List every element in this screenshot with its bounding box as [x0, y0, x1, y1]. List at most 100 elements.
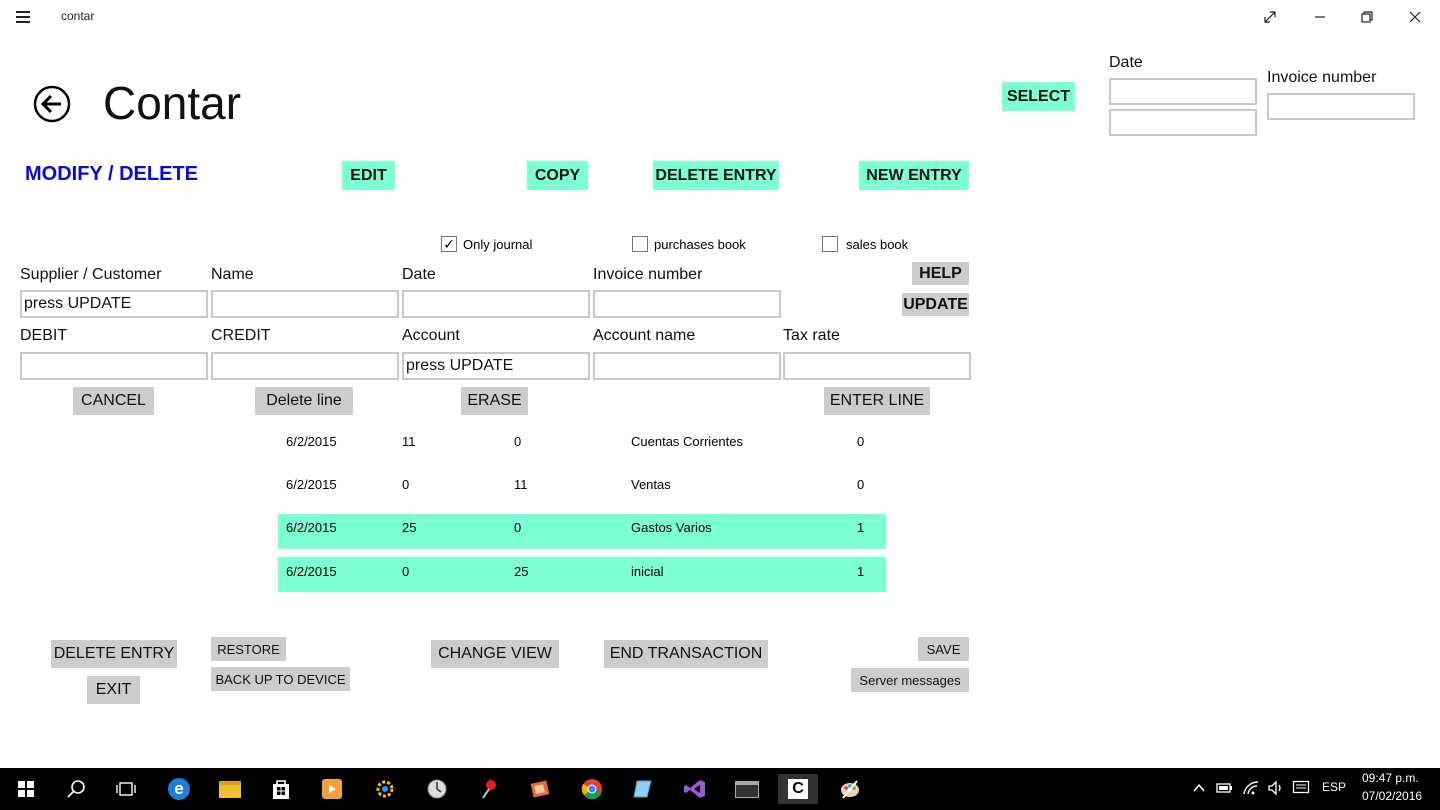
close-icon[interactable]	[1392, 4, 1438, 30]
account-label: Account	[402, 327, 460, 344]
entry-row[interactable]: 6/2/2015 11 0 Cuentas Corrientes 0	[278, 424, 886, 459]
invoice-label: Invoice number	[593, 266, 703, 283]
terminal-icon[interactable]	[729, 774, 765, 804]
backup-to-device-button[interactable]: BACK UP TO DEVICE	[211, 667, 350, 691]
store-icon[interactable]	[263, 774, 299, 804]
entry-debit: 11	[402, 434, 416, 449]
entry-account: Cuentas Corrientes	[631, 434, 743, 449]
exit-button[interactable]: EXIT	[87, 676, 140, 704]
hamburger-menu-icon[interactable]	[16, 8, 34, 24]
debit-label: DEBIT	[20, 327, 68, 344]
entry-tax: 1	[857, 564, 865, 579]
entry-date: 6/2/2015	[286, 477, 337, 492]
entry-account: Ventas	[631, 477, 671, 492]
pin-app-icon[interactable]	[471, 774, 507, 804]
debit-field[interactable]	[20, 352, 208, 380]
supplier-field[interactable]	[20, 290, 208, 318]
help-button[interactable]: HELP	[912, 262, 969, 285]
invoice-field[interactable]	[593, 290, 781, 318]
file-explorer-icon[interactable]	[212, 774, 248, 804]
media-player-icon[interactable]	[314, 774, 350, 804]
delete-entry-top-button[interactable]: DELETE ENTRY	[653, 161, 779, 190]
battery-icon[interactable]	[1216, 781, 1234, 795]
new-entry-button[interactable]: NEW ENTRY	[859, 161, 969, 190]
show-hidden-icons-icon[interactable]	[1192, 781, 1206, 795]
select-button[interactable]: SELECT	[1002, 82, 1075, 111]
volume-icon[interactable]	[1267, 780, 1285, 796]
entry-debit: 0	[402, 477, 410, 492]
settings-tool-icon[interactable]	[367, 774, 403, 804]
date-label: Date	[402, 266, 436, 283]
sales-book-label: sales book	[846, 236, 909, 252]
account-field[interactable]	[402, 352, 590, 380]
end-transaction-button[interactable]: END TRANSACTION	[604, 640, 768, 668]
entry-credit: 25	[514, 564, 529, 579]
page-title: Contar	[103, 77, 242, 129]
entry-credit: 0	[514, 520, 522, 535]
account-name-label: Account name	[593, 327, 696, 344]
contar-app-icon[interactable]: C	[778, 774, 818, 804]
restore-button[interactable]: RESTORE	[211, 637, 286, 661]
top-invoice-field[interactable]	[1267, 93, 1415, 120]
only-journal-checkbox[interactable]: ✓ Only journal	[441, 236, 532, 252]
purchases-book-checkbox[interactable]: purchases book	[632, 236, 746, 252]
sales-book-checkbox[interactable]: sales book	[822, 236, 908, 252]
cancel-button[interactable]: CANCEL	[73, 387, 154, 415]
top-invoice-label: Invoice number	[1267, 69, 1377, 86]
clock-app-icon[interactable]	[419, 774, 455, 804]
restore-icon[interactable]	[1344, 4, 1390, 30]
name-label: Name	[211, 266, 254, 283]
name-field[interactable]	[211, 290, 399, 318]
purchases-book-label: purchases book	[654, 236, 746, 252]
task-view-icon[interactable]	[108, 774, 144, 804]
entry-date: 6/2/2015	[286, 564, 337, 579]
save-button[interactable]: SAVE	[918, 637, 969, 661]
section-title: MODIFY / DELETE	[25, 163, 198, 185]
top-date-to-field[interactable]	[1109, 109, 1257, 136]
supplier-label: Supplier / Customer	[20, 266, 162, 283]
entry-credit: 0	[514, 434, 522, 449]
credit-field[interactable]	[211, 352, 399, 380]
tax-rate-label: Tax rate	[783, 327, 840, 344]
notepad-icon[interactable]	[625, 774, 661, 804]
copy-button[interactable]: COPY	[527, 161, 588, 190]
entry-row[interactable]: 6/2/2015 0 25 inicial 1	[278, 557, 886, 592]
chrome-icon[interactable]	[574, 774, 610, 804]
edit-button[interactable]: EDIT	[342, 161, 395, 190]
date-field[interactable]	[402, 290, 590, 318]
taskbar: e C ESP 09:47 p.m. 07/02/2016	[0, 768, 1440, 810]
back-arrow-icon[interactable]	[32, 84, 72, 124]
entry-credit: 11	[514, 477, 528, 492]
paint-app-icon[interactable]	[522, 774, 558, 804]
delete-line-button[interactable]: Delete line	[255, 387, 353, 415]
entry-tax: 1	[857, 520, 865, 535]
start-icon[interactable]	[8, 774, 44, 804]
system-time[interactable]: 09:47 p.m.	[1362, 771, 1419, 785]
change-view-button[interactable]: CHANGE VIEW	[431, 640, 559, 668]
entry-account: inicial	[631, 564, 664, 579]
entry-row[interactable]: 6/2/2015 0 11 Ventas 0	[278, 467, 886, 502]
entry-debit: 25	[402, 520, 417, 535]
entry-date: 6/2/2015	[286, 434, 337, 449]
search-icon[interactable]	[58, 774, 94, 804]
server-messages-button[interactable]: Server messages	[851, 668, 969, 692]
edge-icon[interactable]: e	[161, 774, 197, 804]
minimize-icon[interactable]	[1297, 4, 1343, 30]
art-app-icon[interactable]	[832, 774, 868, 804]
wifi-icon[interactable]	[1242, 780, 1260, 796]
top-date-from-field[interactable]	[1109, 78, 1257, 105]
erase-button[interactable]: ERASE	[461, 387, 528, 415]
entry-row[interactable]: 6/2/2015 25 0 Gastos Varios 1	[278, 514, 886, 549]
top-date-label: Date	[1109, 54, 1143, 71]
window-title: contar	[61, 9, 95, 23]
account-name-field[interactable]	[593, 352, 781, 380]
enter-line-button[interactable]: ENTER LINE	[824, 387, 930, 415]
delete-entry-bottom-button[interactable]: DELETE ENTRY	[51, 640, 177, 668]
fullscreen-icon[interactable]	[1247, 4, 1293, 30]
action-center-icon[interactable]	[1292, 780, 1310, 796]
tax-rate-field[interactable]	[783, 352, 971, 380]
language-indicator[interactable]: ESP	[1322, 780, 1346, 794]
visual-studio-icon[interactable]	[677, 774, 713, 804]
update-button[interactable]: UPDATE	[902, 293, 969, 316]
system-date[interactable]: 07/02/2016	[1362, 789, 1422, 803]
